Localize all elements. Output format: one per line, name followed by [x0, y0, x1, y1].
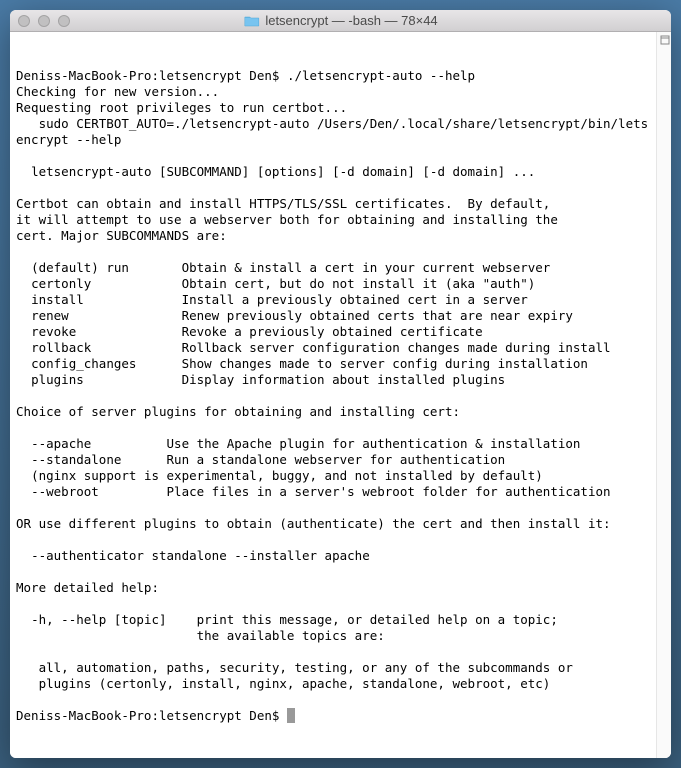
output-line: config_changes Show changes made to serv…	[16, 356, 588, 371]
titlebar[interactable]: letsencrypt — -bash — 78×44	[10, 10, 671, 32]
output-line: Requesting root privileges to run certbo…	[16, 100, 347, 115]
output-line: letsencrypt-auto [SUBCOMMAND] [options] …	[16, 164, 535, 179]
output-line: plugins Display information about instal…	[16, 372, 505, 387]
prompt-host: Deniss-MacBook-Pro:letsencrypt Den$	[16, 68, 287, 83]
output-line: --apache Use the Apache plugin for authe…	[16, 436, 580, 451]
output-line: rollback Rollback server configuration c…	[16, 340, 611, 355]
terminal-window: letsencrypt — -bash — 78×44 Deniss-MacBo…	[10, 10, 671, 758]
traffic-lights	[18, 15, 70, 27]
output-line: --webroot Place files in a server's webr…	[16, 484, 611, 499]
output-line: --standalone Run a standalone webserver …	[16, 452, 505, 467]
output-line: all, automation, paths, security, testin…	[16, 660, 573, 675]
output-line: More detailed help:	[16, 580, 159, 595]
output-line: (nginx support is experimental, buggy, a…	[16, 468, 543, 483]
output-line: OR use different plugins to obtain (auth…	[16, 516, 611, 531]
cursor	[287, 708, 295, 723]
output-line: Certbot can obtain and install HTTPS/TLS…	[16, 196, 550, 211]
output-line: certonly Obtain cert, but do not install…	[16, 276, 535, 291]
output-line: --authenticator standalone --installer a…	[16, 548, 370, 563]
output-line: Choice of server plugins for obtaining a…	[16, 404, 460, 419]
prompt-line-2: Deniss-MacBook-Pro:letsencrypt Den$	[16, 708, 295, 723]
output-line: Checking for new version...	[16, 84, 219, 99]
terminal-content: Deniss-MacBook-Pro:letsencrypt Den$ ./le…	[16, 68, 665, 724]
output-line: it will attempt to use a webserver both …	[16, 212, 558, 227]
output-line: install Install a previously obtained ce…	[16, 292, 528, 307]
title-text: letsencrypt — -bash — 78×44	[265, 13, 437, 28]
folder-icon	[243, 15, 259, 27]
zoom-button[interactable]	[58, 15, 70, 27]
output-line: plugins (certonly, install, nginx, apach…	[16, 676, 550, 691]
output-line: sudo CERTBOT_AUTO=./letsencrypt-auto /Us…	[16, 116, 648, 147]
output-line: -h, --help [topic] print this message, o…	[16, 612, 558, 627]
output-line: cert. Major SUBCOMMANDS are:	[16, 228, 227, 243]
prompt-line-1: Deniss-MacBook-Pro:letsencrypt Den$ ./le…	[16, 68, 475, 83]
prompt-host: Deniss-MacBook-Pro:letsencrypt Den$	[16, 708, 287, 723]
window-title: letsencrypt — -bash — 78×44	[243, 13, 437, 28]
output-line: renew Renew previously obtained certs th…	[16, 308, 573, 323]
scrollbar-up-icon[interactable]	[657, 32, 671, 47]
output-line: the available topics are:	[16, 628, 385, 643]
close-button[interactable]	[18, 15, 30, 27]
terminal-body[interactable]: Deniss-MacBook-Pro:letsencrypt Den$ ./le…	[10, 32, 671, 758]
output-line: (default) run Obtain & install a cert in…	[16, 260, 550, 275]
output-line: revoke Revoke a previously obtained cert…	[16, 324, 483, 339]
prompt-cmd: ./letsencrypt-auto --help	[287, 68, 475, 83]
scrollbar[interactable]	[656, 32, 671, 758]
minimize-button[interactable]	[38, 15, 50, 27]
